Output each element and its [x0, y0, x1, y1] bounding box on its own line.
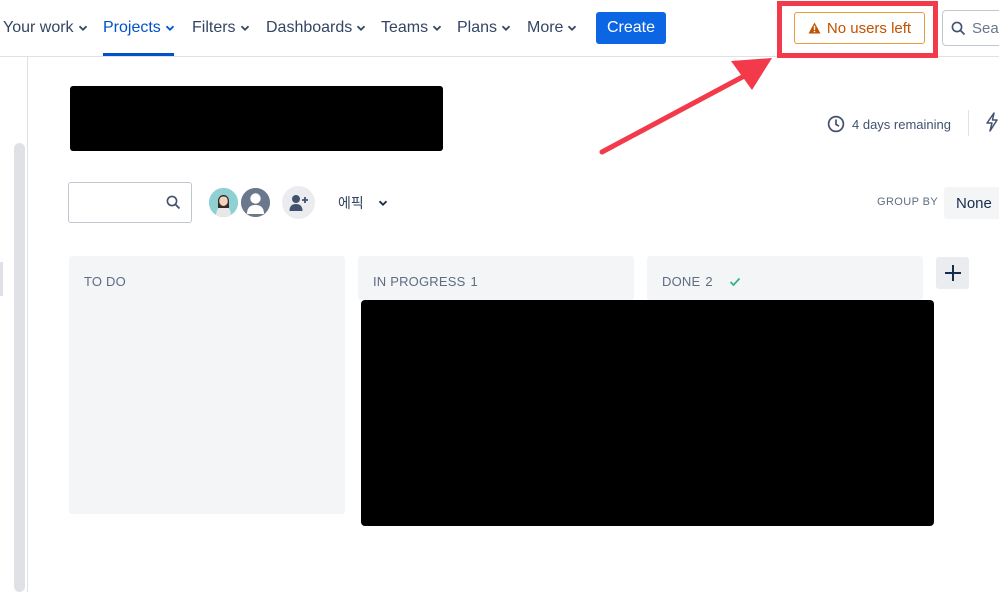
- nav-more[interactable]: More: [527, 17, 577, 39]
- chevron-down-icon: [378, 200, 387, 206]
- chevron-down-icon: [568, 25, 577, 31]
- group-by-select[interactable]: None: [944, 187, 999, 219]
- user-avatar[interactable]: [239, 186, 272, 219]
- search-icon: [166, 195, 181, 210]
- search-icon: [951, 21, 966, 35]
- chevron-down-icon: [432, 25, 442, 31]
- nav-your-work[interactable]: Your work: [3, 17, 88, 39]
- column-header: IN PROGRESS 1: [373, 274, 478, 289]
- chevron-down-icon: [501, 25, 511, 31]
- global-search-input[interactable]: Sea: [942, 10, 999, 46]
- redacted-board-title: [70, 86, 443, 151]
- chevron-down-icon: [240, 25, 249, 31]
- add-column-button[interactable]: [936, 257, 969, 289]
- column-title: DONE: [662, 274, 701, 289]
- annotation-highlight-box: [777, 1, 938, 58]
- chevron-down-icon: [78, 25, 87, 31]
- redacted-cards: [361, 300, 934, 526]
- user-avatar-icon: [241, 188, 270, 217]
- nav-filters[interactable]: Filters: [192, 17, 250, 39]
- nav-dashboards[interactable]: Dashboards: [266, 17, 366, 39]
- column-in-progress: IN PROGRESS 1: [358, 256, 634, 300]
- sidebar-scrollbar[interactable]: [14, 143, 25, 592]
- user-avatar-icon: [209, 188, 238, 217]
- header-divider: [968, 110, 969, 136]
- chevron-down-icon: [165, 25, 174, 31]
- plus-icon: [944, 265, 961, 281]
- column-header: TO DO: [84, 274, 126, 289]
- add-person-icon: [289, 194, 308, 211]
- check-icon: [729, 277, 740, 286]
- search-placeholder: Sea: [972, 19, 999, 37]
- column-header: DONE 2: [662, 274, 741, 289]
- sprint-remaining: 4 days remaining: [827, 113, 951, 135]
- remaining-text: 4 days remaining: [852, 116, 951, 132]
- nav-projects[interactable]: Projects: [103, 17, 175, 39]
- nav-teams[interactable]: Teams: [381, 17, 442, 39]
- create-button[interactable]: Create: [596, 12, 666, 44]
- board-search-input[interactable]: [68, 182, 192, 223]
- nav-label: Plans: [457, 19, 498, 36]
- nav-label: Teams: [381, 19, 429, 36]
- clock-icon: [827, 115, 845, 133]
- sidebar-divider: [27, 57, 28, 592]
- nav-label: Filters: [192, 19, 236, 36]
- nav-plans[interactable]: Plans: [457, 17, 511, 39]
- epic-filter-label: 에픽: [338, 195, 364, 211]
- chevron-down-icon: [357, 25, 366, 31]
- group-by-label: GROUP BY: [877, 196, 939, 208]
- user-avatar[interactable]: [207, 186, 240, 219]
- nav-label: Dashboards: [266, 19, 353, 36]
- nav-label: More: [527, 19, 564, 36]
- column-todo: TO DO: [69, 256, 345, 514]
- column-done: DONE 2: [647, 256, 923, 300]
- nav-label: Projects: [103, 19, 161, 36]
- bolt-icon[interactable]: [985, 112, 999, 132]
- add-people-button[interactable]: [282, 186, 315, 219]
- active-tab-indicator: [103, 53, 174, 56]
- column-title: IN PROGRESS: [373, 274, 466, 289]
- nav-label: Your work: [3, 19, 74, 36]
- column-count: 1: [470, 274, 478, 289]
- column-title: TO DO: [84, 274, 126, 289]
- column-count: 2: [705, 274, 713, 289]
- sidebar-collapse-handle[interactable]: [0, 262, 3, 296]
- epic-filter-dropdown[interactable]: 에픽: [338, 193, 388, 213]
